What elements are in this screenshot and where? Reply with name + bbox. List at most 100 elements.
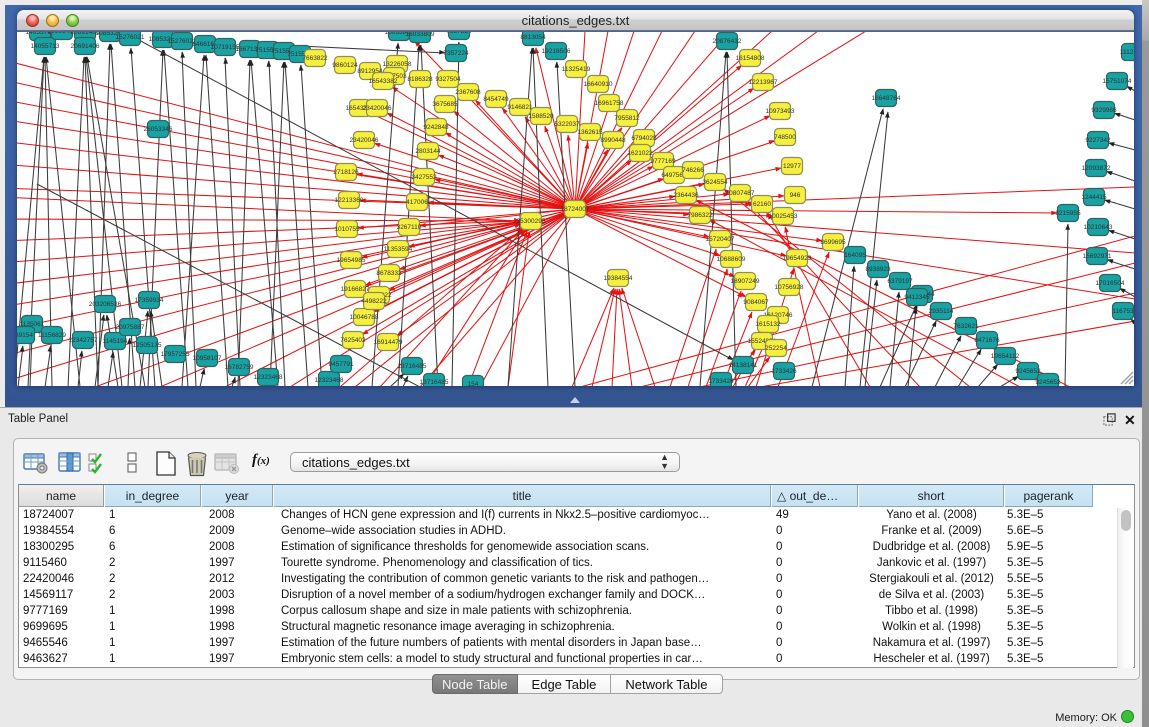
svg-text:9242848: 9242848 [423, 124, 449, 131]
svg-text:17957255: 17957255 [161, 351, 190, 358]
svg-text:154: 154 [468, 381, 479, 386]
svg-text:23420046: 23420046 [363, 105, 392, 112]
svg-text:7357224: 7357224 [443, 50, 469, 57]
svg-text:19654985: 19654985 [337, 257, 366, 264]
svg-text:7357224: 7357224 [446, 32, 472, 35]
svg-text:23420046: 23420046 [350, 137, 379, 144]
svg-text:9777169: 9777169 [650, 158, 676, 165]
svg-text:8813054: 8813054 [520, 34, 546, 41]
svg-text:1010755: 1010755 [334, 226, 360, 233]
svg-text:16961758: 16961758 [595, 100, 624, 107]
svg-text:7632621: 7632621 [953, 323, 979, 330]
svg-text:7663822: 7663822 [302, 55, 328, 62]
svg-text:6379197: 6379197 [887, 278, 913, 285]
svg-text:17016504: 17016504 [1096, 280, 1125, 287]
svg-text:8990448: 8990448 [600, 137, 626, 144]
svg-text:11353594: 11353594 [384, 246, 413, 253]
svg-text:15751074: 15751074 [1103, 78, 1132, 85]
svg-text:3267110: 3267110 [397, 224, 422, 231]
svg-text:62160: 62160 [753, 201, 771, 208]
svg-text:16648764: 16648764 [872, 95, 901, 102]
svg-text:25300295: 25300295 [517, 218, 546, 225]
svg-text:7955812: 7955812 [614, 115, 640, 122]
svg-text:9146821: 9146821 [507, 104, 533, 111]
svg-text:417006: 417006 [406, 199, 428, 206]
svg-text:12213369: 12213369 [335, 197, 364, 204]
svg-text:17359934: 17359934 [135, 297, 164, 304]
svg-text:9860124: 9860124 [332, 62, 358, 69]
svg-text:946: 946 [790, 192, 801, 199]
svg-text:10973493: 10973493 [766, 108, 795, 115]
svg-text:12323468: 12323468 [254, 374, 283, 381]
svg-text:8215955: 8215955 [1055, 210, 1081, 217]
svg-text:20876432: 20876432 [713, 38, 742, 45]
svg-text:9227342: 9227342 [1085, 137, 1111, 144]
svg-text:8678332: 8678332 [376, 270, 402, 277]
svg-text:20691406: 20691406 [71, 43, 100, 50]
svg-text:13716485: 13716485 [398, 363, 427, 370]
svg-text:10046788: 10046788 [350, 314, 379, 321]
svg-text:8699695: 8699695 [820, 239, 846, 246]
svg-text:8186328: 8186328 [407, 76, 433, 83]
svg-text:12977: 12977 [783, 163, 801, 170]
svg-text:15720407: 15720407 [706, 236, 735, 243]
svg-text:11325419: 11325419 [562, 66, 591, 73]
svg-text:9412345: 9412345 [904, 294, 930, 301]
svg-text:10025453: 10025453 [769, 213, 798, 220]
svg-text:16154808: 16154808 [736, 55, 765, 62]
svg-text:2718126: 2718126 [333, 169, 359, 176]
svg-text:8471676: 8471676 [974, 337, 1000, 344]
svg-text:2367608: 2367608 [455, 89, 481, 96]
svg-text:1733426: 1733426 [771, 368, 797, 375]
svg-text:19654923: 19654923 [783, 255, 812, 262]
svg-text:18907249: 18907249 [731, 278, 760, 285]
svg-text:16640910: 16640910 [584, 81, 613, 88]
svg-text:12093872: 12093872 [1082, 165, 1111, 172]
svg-text:9327504: 9327504 [435, 76, 461, 83]
svg-text:9457791: 9457791 [328, 361, 354, 368]
svg-text:10958107: 10958107 [193, 355, 222, 362]
svg-text:12342757: 12342757 [69, 337, 98, 344]
svg-text:12505135: 12505135 [133, 342, 162, 349]
svg-text:10654112: 10654112 [991, 353, 1020, 360]
svg-text:9245652: 9245652 [1035, 379, 1061, 386]
svg-text:16033809: 16033809 [406, 32, 435, 38]
svg-text:14138141: 14138141 [729, 362, 758, 369]
svg-text:20975887: 20975887 [116, 324, 145, 331]
svg-text:5322037: 5322037 [554, 121, 580, 128]
svg-text:10210643: 10210643 [1084, 224, 1113, 231]
svg-text:2364436: 2364436 [673, 192, 699, 199]
svg-text:3427552: 3427552 [411, 174, 437, 181]
svg-text:748500: 748500 [774, 134, 796, 141]
svg-text:16543382: 16543382 [369, 78, 398, 85]
svg-text:11156829: 11156829 [38, 332, 66, 339]
svg-text:19218506: 19218506 [542, 48, 571, 55]
svg-text:13716485: 13716485 [420, 379, 449, 386]
svg-text:8454749: 8454749 [483, 96, 509, 103]
svg-text:16914479: 16914479 [374, 339, 403, 346]
svg-text:1244415: 1244415 [1081, 194, 1107, 201]
svg-text:26053346: 26053346 [144, 126, 173, 133]
svg-text:16782759: 16782759 [225, 364, 254, 371]
svg-text:6794028: 6794028 [631, 135, 657, 142]
svg-text:12323468: 12323468 [315, 377, 344, 384]
svg-text:116753: 116753 [1112, 308, 1134, 315]
svg-text:4498222: 4498222 [361, 298, 387, 305]
svg-text:10688609: 10688609 [717, 256, 746, 263]
svg-text:7625402: 7625402 [340, 337, 366, 344]
svg-text:203206536: 203206536 [89, 301, 122, 308]
svg-text:164095: 164095 [844, 252, 866, 259]
svg-text:2935114: 2935114 [929, 308, 954, 315]
svg-text:3624554: 3624554 [702, 179, 728, 186]
svg-text:7986322: 7986322 [687, 212, 713, 219]
svg-text:15692971: 15692971 [1083, 253, 1112, 260]
svg-text:12213967: 12213967 [749, 79, 778, 86]
svg-text:14055713: 14055713 [31, 43, 60, 50]
svg-text:252254: 252254 [765, 345, 787, 352]
svg-text:2803144: 2803144 [415, 148, 441, 155]
svg-text:746266: 746266 [682, 167, 704, 174]
svg-text:1615132: 1615132 [755, 321, 781, 328]
svg-text:1588520: 1588520 [528, 113, 554, 120]
svg-text:15276021: 15276021 [116, 34, 145, 41]
svg-text:19384554: 19384554 [604, 275, 633, 282]
